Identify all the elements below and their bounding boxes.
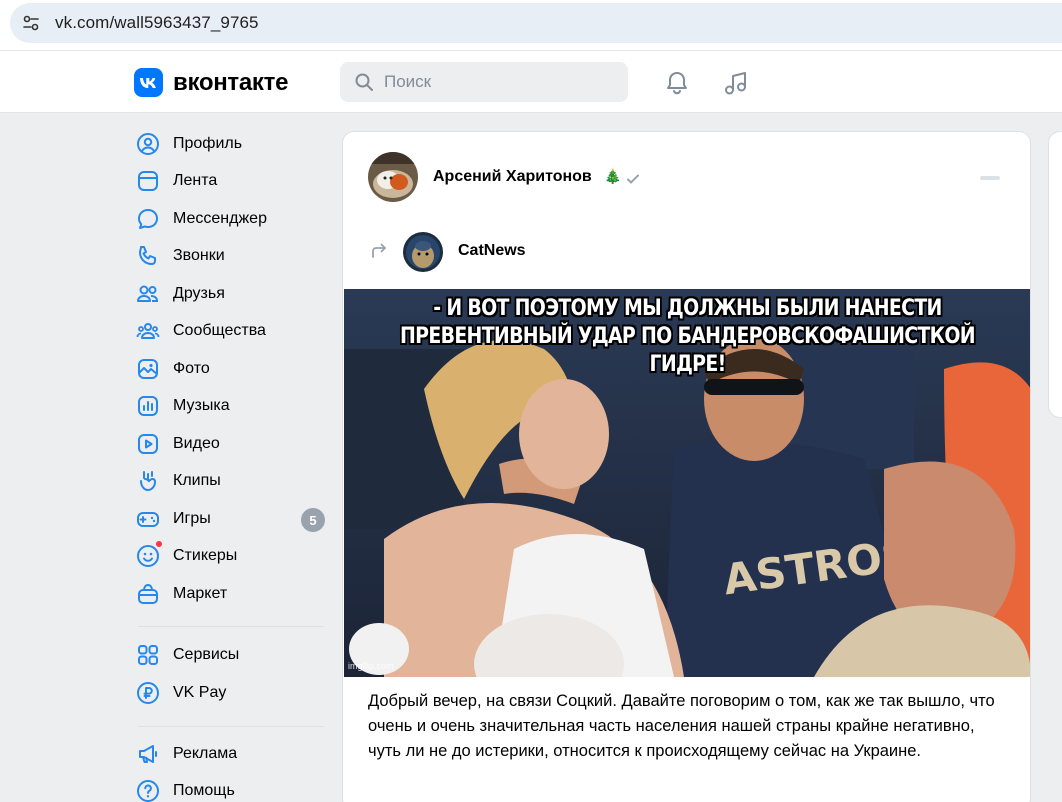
meme-caption: - И ВОТ ПОЭТОМУ МЫ ДОЛЖНЫ БЫЛИ НАНЕСТИ П… xyxy=(392,295,983,379)
post-card: Арсений Харитонов 🎄 CatNews ASTROS - И В… xyxy=(342,131,1031,802)
nav-divider xyxy=(138,626,324,627)
games-counter-badge: 5 xyxy=(301,508,325,532)
nav-label: Друзья xyxy=(173,285,225,302)
post-menu-icon[interactable] xyxy=(980,176,1000,180)
nav-item-help[interactable]: Помощь xyxy=(130,773,330,802)
search-box[interactable] xyxy=(340,62,628,102)
source-avatar[interactable] xyxy=(403,232,443,272)
meme-caption-line1: - И ВОТ ПОЭТОМУ МЫ ДОЛЖНЫ БЫЛИ НАНЕСТИ xyxy=(433,296,942,321)
nav-item-calls[interactable]: Звонки xyxy=(130,238,330,274)
meme-caption-line2: ПРЕВЕНТИВНЫЙ УДАР ПО БАНДЕРОВСКОФАШИСТКО… xyxy=(400,324,976,377)
search-icon xyxy=(355,73,373,91)
market-icon xyxy=(138,583,158,604)
nav-item-communities[interactable]: Сообщества xyxy=(130,313,330,349)
vk-logo-glyph xyxy=(139,77,156,88)
right-side-card xyxy=(1048,131,1062,418)
clips-icon xyxy=(140,471,157,492)
nav-item-profile[interactable]: Профиль xyxy=(130,126,330,162)
author-name[interactable]: Арсений Харитонов xyxy=(433,168,592,186)
nav-item-stickers[interactable]: Стикеры xyxy=(130,538,330,574)
video-icon xyxy=(138,434,158,454)
post-image[interactable]: ASTROS - И ВОТ ПОЭТОМУ МЫ ДОЛЖНЫ БЫЛИ НА… xyxy=(344,289,1030,677)
music-nav-icon xyxy=(138,396,158,416)
nav-item-services[interactable]: Сервисы xyxy=(130,637,330,673)
games-icon xyxy=(137,512,159,527)
nav-label: Видео xyxy=(173,435,220,452)
nav-label: Стикеры xyxy=(173,547,238,564)
nav-label: Фото xyxy=(173,360,210,377)
image-watermark: imgflip.com xyxy=(348,661,394,671)
nav-item-vkpay[interactable]: VK Pay xyxy=(130,675,330,711)
nav-label: Клипы xyxy=(173,472,221,489)
author-avatar-image xyxy=(368,152,418,202)
author-badge: 🎄 xyxy=(604,168,622,184)
feed-icon xyxy=(138,171,158,191)
source-avatar-image xyxy=(403,232,443,272)
vkpay-icon xyxy=(137,682,159,704)
vk-header: вконтакте xyxy=(0,50,1062,113)
repost-icon xyxy=(372,243,386,258)
site-info-icon[interactable] xyxy=(21,13,41,33)
help-icon xyxy=(137,780,159,802)
nav-label: Мессенджер xyxy=(173,210,267,227)
services-icon xyxy=(138,645,158,665)
nav-item-feed[interactable]: Лента xyxy=(130,163,330,199)
search-input[interactable] xyxy=(384,62,614,102)
phone-icon xyxy=(139,246,156,265)
nav-item-friends[interactable]: Друзья xyxy=(130,276,330,312)
nav-label: Игры xyxy=(173,510,211,527)
nav-label: Сообщества xyxy=(173,322,266,339)
vk-wordmark[interactable]: вконтакте xyxy=(173,69,288,97)
nav-item-games[interactable]: Игры 5 xyxy=(130,501,330,537)
stickers-notification-dot xyxy=(155,540,163,548)
nav-divider xyxy=(138,726,324,727)
nav-item-photo[interactable]: Фото xyxy=(130,351,330,387)
nav-label: VK Pay xyxy=(173,684,227,701)
nav-item-messenger[interactable]: Мессенджер xyxy=(130,201,330,237)
author-avatar[interactable] xyxy=(368,152,418,202)
nav-label: Лента xyxy=(173,172,218,189)
nav-item-clips[interactable]: Клипы xyxy=(130,463,330,499)
vk-logo-icon[interactable] xyxy=(134,68,163,97)
address-bar[interactable]: vk.com/wall5963437_9765 xyxy=(10,3,1062,43)
music-icon[interactable] xyxy=(722,69,750,97)
nav-label: Профиль xyxy=(173,135,243,152)
nav-label: Сервисы xyxy=(173,646,240,663)
ads-icon xyxy=(139,745,157,763)
nav-item-ads[interactable]: Реклама xyxy=(130,736,330,772)
post-text: Добрый вечер, на связи Соцкий. Давайте п… xyxy=(368,692,995,760)
browser-bar: vk.com/wall5963437_9765 xyxy=(0,0,1062,50)
nav-label: Музыка xyxy=(173,397,230,414)
source-name[interactable]: CatNews xyxy=(458,242,526,260)
profile-icon xyxy=(137,133,159,155)
nav-label: Помощь xyxy=(173,782,235,799)
friends-icon xyxy=(137,285,159,302)
messenger-icon xyxy=(138,209,158,229)
photo-icon xyxy=(138,359,158,379)
nav-item-video[interactable]: Видео xyxy=(130,426,330,462)
bell-icon[interactable] xyxy=(663,69,691,97)
nav-label: Звонки xyxy=(173,247,225,264)
nav-item-music[interactable]: Музыка xyxy=(130,388,330,424)
communities-icon xyxy=(136,323,160,339)
nav-label: Реклама xyxy=(173,745,238,762)
nav-label: Маркет xyxy=(173,585,228,602)
url-text[interactable]: vk.com/wall5963437_9765 xyxy=(55,13,259,33)
nav-item-market[interactable]: Маркет xyxy=(130,576,330,612)
verified-check-icon xyxy=(627,174,639,184)
